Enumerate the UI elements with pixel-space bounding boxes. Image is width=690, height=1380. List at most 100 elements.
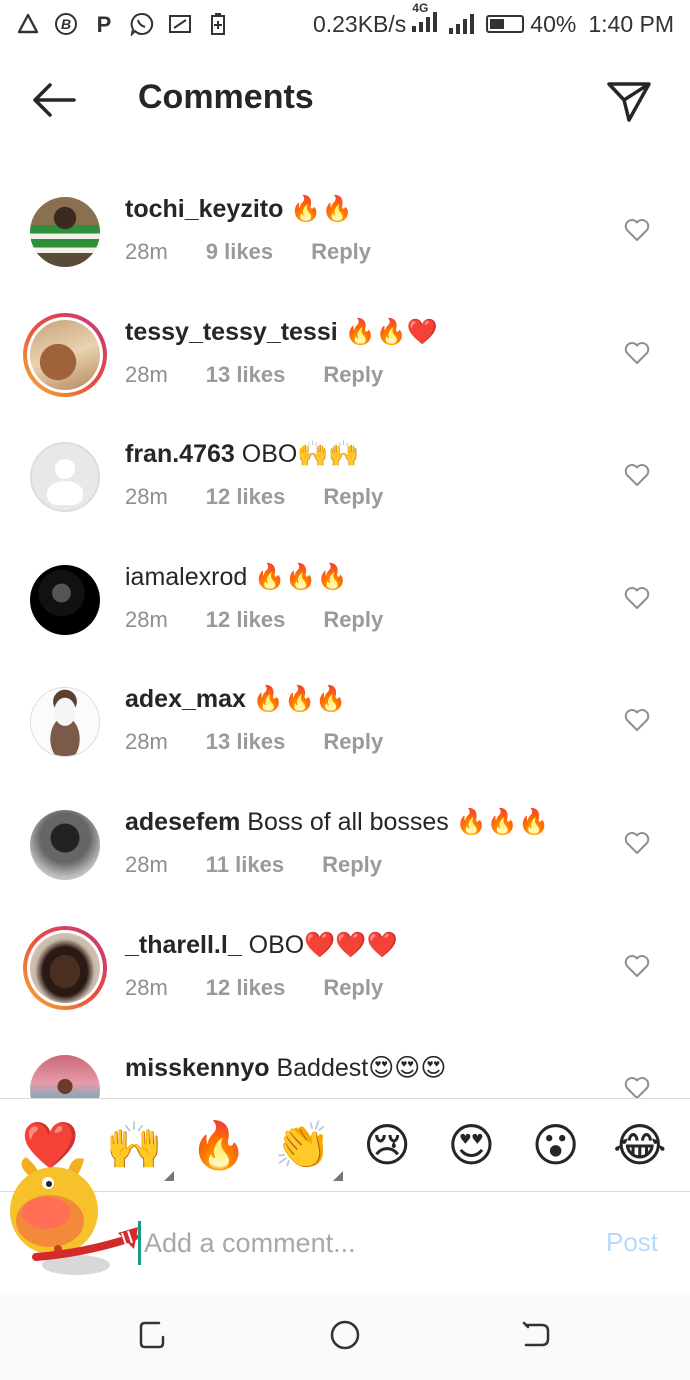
likes-count[interactable]: 12 likes [206, 484, 286, 510]
triangle-alert-icon [16, 12, 40, 36]
battery-percent: 40% [530, 10, 577, 37]
default-avatar-icon [30, 442, 100, 513]
reindeer-sticker-avatar-icon[interactable] [6, 1153, 146, 1283]
comment-row: _tharell.l_ OBO❤️❤️❤️ 28m 12 likes Reply [0, 901, 690, 1024]
like-button[interactable] [624, 218, 650, 242]
comment-row: iamalexrod 🔥🔥🔥 28m 12 likes Reply [0, 533, 690, 656]
comment-row: misskennyo Baddest😍😍😍 [0, 1023, 690, 1098]
avatar[interactable] [30, 809, 100, 880]
heart-outline-icon [624, 464, 650, 487]
avatar[interactable] [30, 564, 100, 635]
skin-tone-indicator-icon [164, 1171, 175, 1181]
status-bar: B P 0.23KB/s 4G 40% 1:40 PM [0, 0, 690, 48]
avatar[interactable] [23, 925, 107, 1010]
username[interactable]: tochi_keyzito [125, 195, 283, 223]
likes-count[interactable]: 11 likes [206, 852, 284, 878]
comment-time: 28m [125, 851, 168, 877]
avatar[interactable] [30, 442, 100, 513]
network-type: 4G [412, 0, 429, 15]
likes-count[interactable]: 13 likes [206, 729, 286, 755]
recent-apps-icon [139, 1321, 165, 1349]
emoji-glyph: 😍 [447, 1119, 496, 1171]
emoji-crying-button[interactable]: 😢 [357, 1115, 417, 1175]
comment-time: 28m [125, 606, 168, 632]
comment-time: 28m [125, 729, 168, 755]
username[interactable]: fran.4763 [125, 440, 235, 468]
post-button[interactable]: Post [606, 1227, 658, 1258]
like-button[interactable] [624, 586, 650, 610]
reply-button[interactable]: Reply [323, 729, 383, 755]
reply-button[interactable]: Reply [323, 362, 383, 388]
page-title: Comments [138, 78, 314, 116]
emoji-glyph: 😂 [613, 1119, 667, 1171]
arrow-left-icon [33, 83, 76, 117]
comments-list[interactable]: tochi_keyzito 🔥🔥 28m 9 likes Reply tessy… [0, 165, 690, 1098]
comment-time: 28m [125, 484, 168, 510]
clock: 1:40 PM [588, 10, 674, 37]
home-button[interactable] [327, 1317, 363, 1353]
reply-button[interactable]: Reply [323, 975, 383, 1001]
emoji-surprised-button[interactable]: 😮 [526, 1115, 586, 1175]
like-button[interactable] [624, 708, 650, 732]
back-nav-button[interactable] [518, 1317, 554, 1353]
comment-meta: 28m 11 likes Reply [125, 852, 382, 878]
emoji-laughing-button[interactable]: 😂 [610, 1115, 670, 1175]
username[interactable]: iamalexrod [125, 563, 247, 591]
comment-row: tessy_tessy_tessi 🔥🔥❤️ 28m 13 likes Repl… [0, 288, 690, 411]
whatsapp-icon [130, 12, 154, 36]
comment-text: tessy_tessy_tessi 🔥🔥❤️ [125, 318, 438, 347]
back-button[interactable] [30, 80, 78, 120]
like-button[interactable] [624, 341, 650, 365]
comment-composer: Post [0, 1157, 690, 1293]
emoji-fire-button[interactable]: 🔥 [189, 1115, 249, 1175]
battery-saver-icon [206, 12, 230, 36]
like-button[interactable] [624, 831, 650, 855]
signal-icon [449, 14, 475, 34]
comment-body: 🔥🔥🔥 [245, 685, 347, 714]
comment-time: 28m [125, 239, 168, 264]
likes-count[interactable]: 9 likes [206, 239, 273, 265]
comment-row: tochi_keyzito 🔥🔥 28m 9 likes Reply [0, 165, 690, 288]
comment-body: OBO❤️❤️❤️ [241, 930, 398, 959]
header: Comments [0, 60, 690, 140]
emoji-heart-eyes-button[interactable]: 😍 [441, 1115, 501, 1175]
reply-button[interactable]: Reply [311, 239, 371, 265]
emoji-glyph: 🔥 [189, 1118, 248, 1171]
avatar[interactable] [30, 197, 100, 267]
likes-count[interactable]: 13 likes [206, 362, 286, 388]
reply-button[interactable]: Reply [322, 852, 382, 878]
username[interactable]: adex_max [125, 685, 246, 713]
comment-meta: 28m 13 likes Reply [125, 729, 383, 755]
heart-outline-icon [624, 831, 650, 854]
reply-button[interactable]: Reply [323, 607, 383, 633]
comment-body: 🔥🔥🔥 [247, 562, 348, 591]
comment-meta: 28m 13 likes Reply [125, 362, 383, 388]
b-app-icon: B [54, 12, 78, 36]
comment-row: fran.4763 OBO🙌🙌 28m 12 likes Reply [0, 410, 690, 533]
avatar[interactable] [30, 687, 100, 758]
status-info: 0.23KB/s 4G 40% 1:40 PM [313, 1, 674, 38]
likes-count[interactable]: 12 likes [206, 975, 286, 1001]
avatar[interactable] [23, 312, 107, 397]
username[interactable]: misskennyo [125, 1054, 270, 1082]
like-button[interactable] [624, 1076, 650, 1098]
comment-time: 28m [125, 974, 168, 1000]
recent-apps-button[interactable] [135, 1317, 171, 1353]
signal-4g-icon: 4G [412, 1, 438, 38]
likes-count[interactable]: 12 likes [206, 607, 286, 633]
username[interactable]: adesefem [125, 808, 240, 836]
like-button[interactable] [624, 463, 650, 487]
back-nav-icon [522, 1321, 550, 1347]
emoji-glyph: 😮 [531, 1119, 580, 1171]
screenshot-icon [168, 12, 192, 36]
comment-input[interactable] [138, 1221, 578, 1265]
comment-text: misskennyo Baddest😍😍😍 [125, 1053, 446, 1083]
comment-text: adesefem Boss of all bosses 🔥🔥🔥 [125, 808, 549, 837]
share-button[interactable] [604, 76, 654, 126]
username[interactable]: tessy_tessy_tessi [125, 318, 338, 346]
reply-button[interactable]: Reply [323, 484, 383, 510]
emoji-clapping-button[interactable]: 👏 [273, 1115, 343, 1181]
like-button[interactable] [624, 954, 650, 978]
avatar[interactable] [30, 1055, 100, 1098]
username[interactable]: _tharell.l_ [125, 931, 242, 959]
